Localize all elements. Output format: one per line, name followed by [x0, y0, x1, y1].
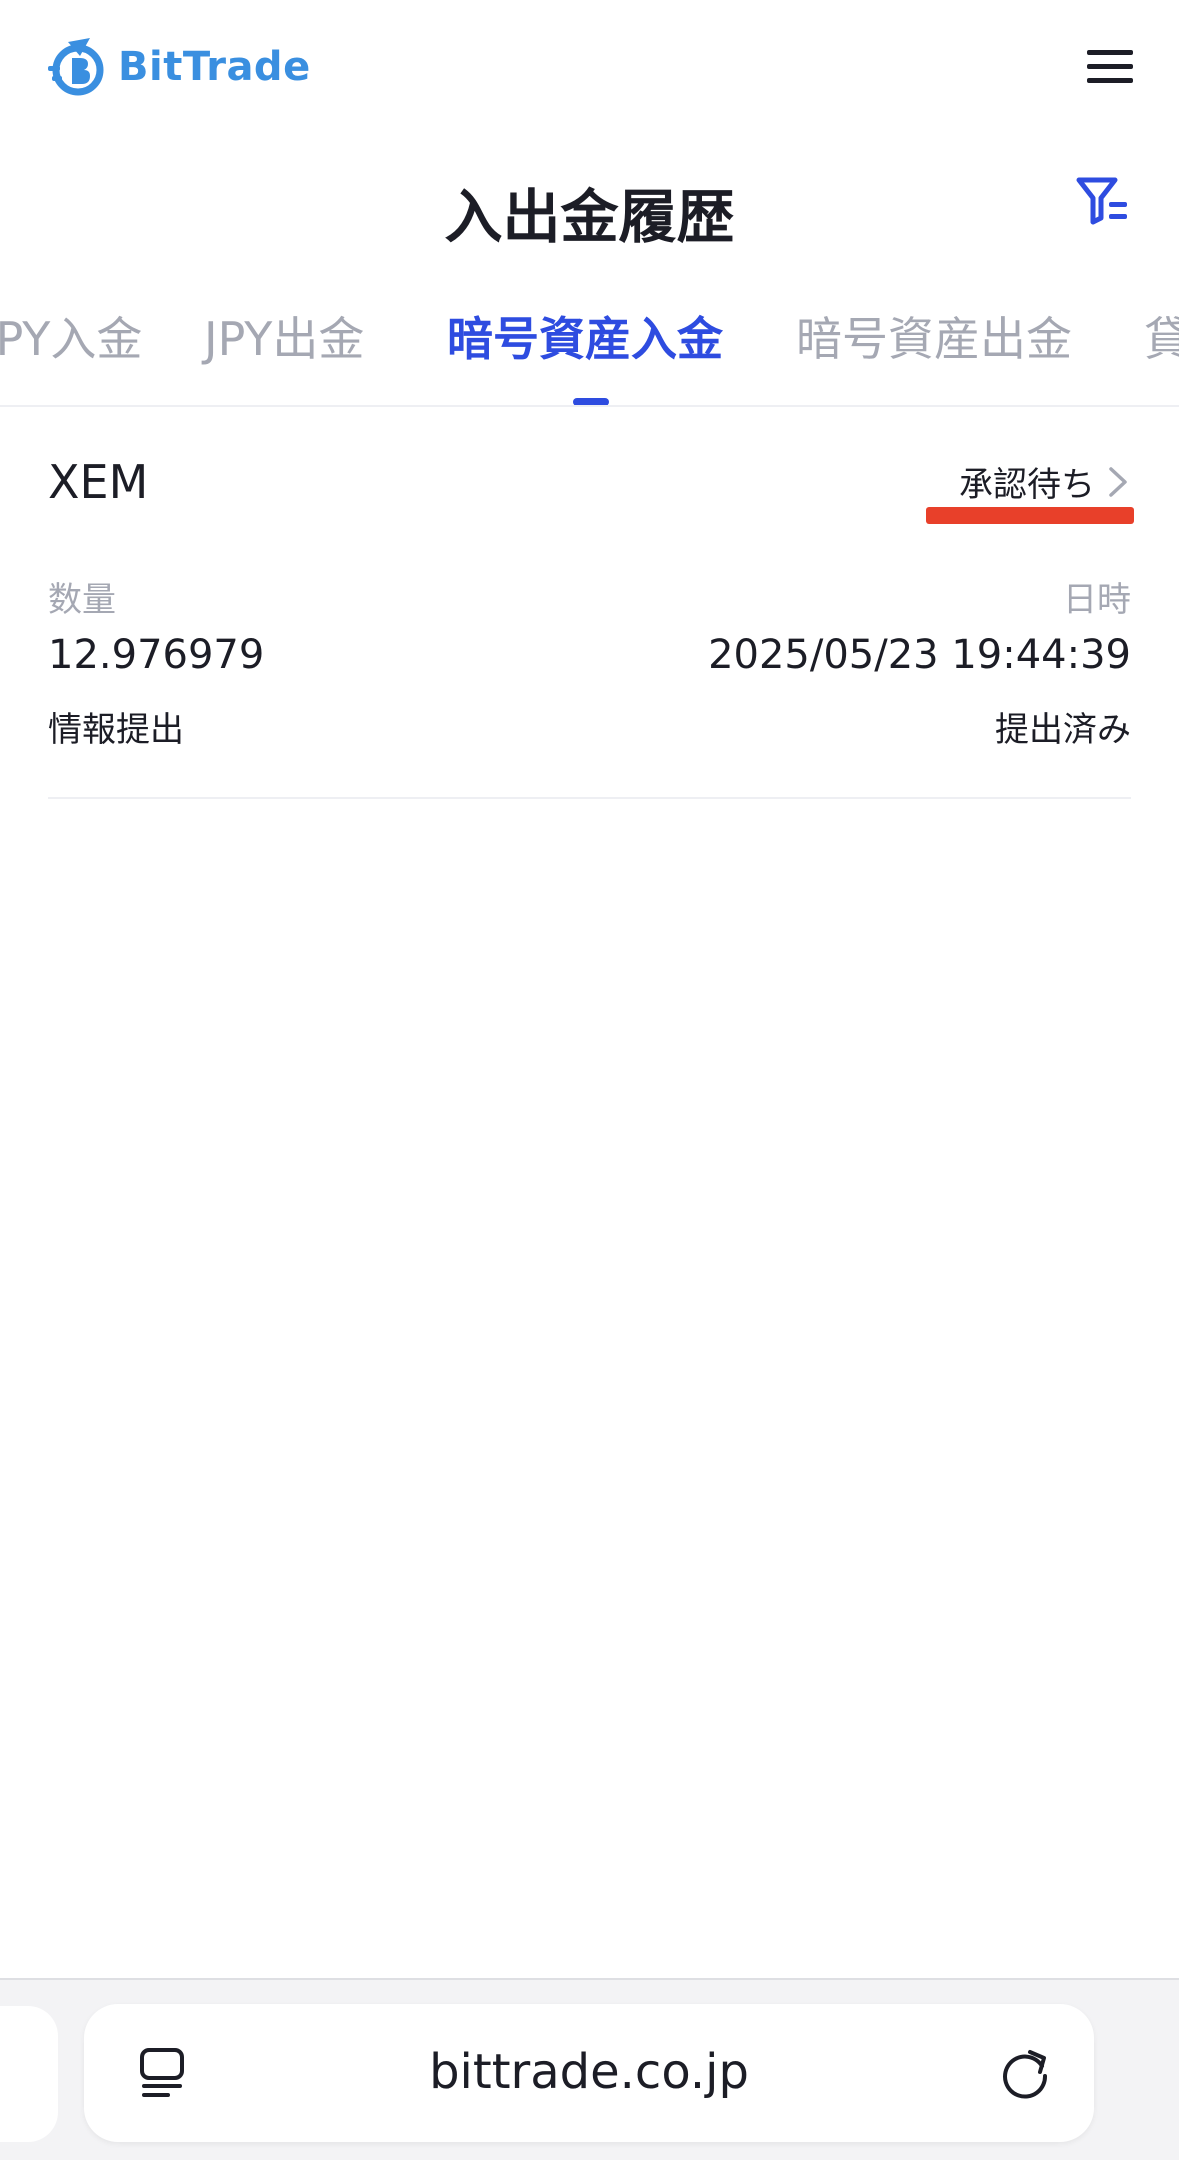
- reload-icon[interactable]: [996, 2044, 1054, 2102]
- title-row: 入出金履歴: [0, 160, 1179, 251]
- previous-tab-stub[interactable]: [0, 2006, 58, 2142]
- datetime-value: 2025/05/23 19:44:39: [708, 632, 1131, 678]
- tab-jpy-withdrawal[interactable]: JPY出金: [204, 303, 364, 369]
- bittrade-logo[interactable]: BitTrade: [46, 36, 311, 98]
- filter-icon[interactable]: [1073, 172, 1133, 232]
- asset-name: XEM: [48, 455, 149, 509]
- chevron-right-icon: [1109, 466, 1127, 497]
- logo-text: BitTrade: [118, 44, 311, 90]
- info-label: 情報提出: [48, 710, 184, 750]
- amount-label: 数量: [48, 580, 116, 620]
- amount-value: 12.976979: [48, 632, 265, 678]
- browser-toolbar: bittrade.co.jp: [0, 1978, 1179, 2160]
- datetime-label: 日時: [1063, 580, 1131, 620]
- app-header: BitTrade: [0, 0, 1179, 140]
- deposit-record[interactable]: XEM 承認待ち 数量 日時 12.976979 2025/05/23 19:4…: [48, 407, 1134, 799]
- tab-crypto-withdrawal[interactable]: 暗号資産出金: [796, 303, 1072, 369]
- tab-crypto-deposit[interactable]: 暗号資産入金: [447, 303, 723, 369]
- bittrade-logo-icon: [48, 38, 104, 96]
- status-highlight-underline: [926, 507, 1134, 524]
- page-title: 入出金履歴: [444, 183, 735, 251]
- info-status: 提出済み: [995, 710, 1131, 750]
- active-tab-indicator: [573, 398, 609, 405]
- status-text: 承認待ち: [959, 465, 1095, 505]
- status-link[interactable]: 承認待ち: [959, 457, 1131, 506]
- hamburger-menu-icon[interactable]: [1087, 50, 1133, 92]
- address-bar[interactable]: bittrade.co.jp: [84, 2004, 1094, 2142]
- history-tabs: JPY入金 JPY出金 暗号資産入金 暗号資産出金 貸: [0, 295, 1179, 407]
- tab-lending[interactable]: 貸: [1144, 303, 1179, 369]
- tab-jpy-deposit[interactable]: JPY入金: [0, 303, 142, 369]
- url-text: bittrade.co.jp: [429, 2044, 749, 2100]
